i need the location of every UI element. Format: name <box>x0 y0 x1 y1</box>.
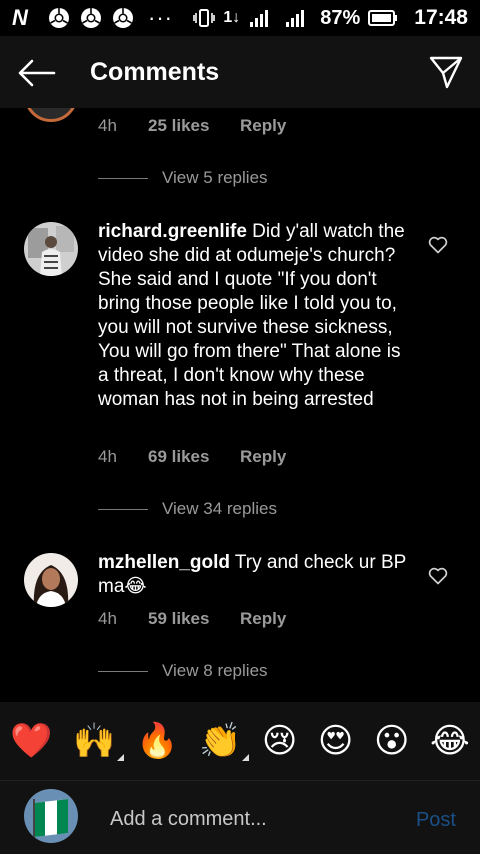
comment-text: Did y'all watch the video she did at odu… <box>98 221 405 410</box>
chrome-icon <box>81 8 101 28</box>
view-replies-label: View 34 replies <box>162 499 277 518</box>
comments-list[interactable]: 4h 25 likes Reply View 5 replies richard… <box>0 108 480 702</box>
view-replies-button[interactable]: View 5 replies <box>98 168 268 188</box>
chrome-icon <box>113 8 133 28</box>
battery-icon <box>368 10 398 26</box>
comment-time: 4h <box>98 447 117 466</box>
like-count[interactable]: 59 likes <box>148 609 240 629</box>
comment-time: 4h <box>98 609 117 628</box>
comment-meta: 4h 25 likes Reply <box>98 116 286 136</box>
avatar[interactable] <box>24 553 78 607</box>
reply-button[interactable]: Reply <box>240 447 286 467</box>
divider <box>98 670 148 672</box>
signal-icon <box>286 10 305 27</box>
comment-username[interactable]: richard.greenlife <box>98 221 247 242</box>
comment-username[interactable]: mzhellen_gold <box>98 552 230 573</box>
comment-body: mzhellen_gold Try and check ur BP ma😂 <box>98 551 408 599</box>
page-title: Comments <box>90 58 220 86</box>
battery-percent: 87% <box>320 6 361 29</box>
crying-face-emoji-button[interactable]: 😢 <box>262 721 297 761</box>
more-notifications-icon: ··· <box>148 5 173 30</box>
reply-button[interactable]: Reply <box>240 116 286 136</box>
comment-meta: 4h 69 likes Reply <box>98 447 286 467</box>
status-bar: N ··· 1↓ 87% 17:48 <box>0 0 480 36</box>
skin-tone-indicator-icon <box>116 754 124 761</box>
comment-body: richard.greenlife Did y'all watch the vi… <box>98 220 408 412</box>
notification-n-icon: N <box>12 5 28 30</box>
heart-eyes-emoji-button[interactable]: 😍 <box>318 721 353 761</box>
like-heart-icon[interactable] <box>428 567 448 585</box>
view-replies-button[interactable]: View 8 replies <box>98 661 268 681</box>
top-app-bar: Comments <box>0 36 480 108</box>
heart-emoji-button[interactable]: ❤️ <box>10 721 52 761</box>
reply-button[interactable]: Reply <box>240 609 286 629</box>
comment-time: 4h <box>98 116 117 135</box>
tears-of-joy-emoji-button[interactable]: 😂 <box>430 721 470 761</box>
clock: 17:48 <box>414 6 468 29</box>
comment-input[interactable] <box>108 803 392 835</box>
avatar[interactable] <box>24 108 78 122</box>
comment-meta: 4h 59 likes Reply <box>98 609 286 629</box>
divider <box>98 508 148 510</box>
like-count[interactable]: 69 likes <box>148 447 240 467</box>
raising-hands-emoji-button[interactable]: 🙌 <box>73 721 124 761</box>
view-replies-label: View 5 replies <box>162 168 268 187</box>
back-arrow-icon[interactable] <box>16 58 56 88</box>
surprised-face-emoji-button[interactable]: 😮 <box>374 721 409 761</box>
comment-composer: Post <box>0 780 480 854</box>
clapping-hands-emoji-button[interactable]: 👏 <box>199 721 250 761</box>
direct-message-icon[interactable] <box>428 54 464 90</box>
like-heart-icon[interactable] <box>428 236 448 254</box>
signal-icon <box>250 10 269 27</box>
data-activity-icon: 1↓ <box>223 9 241 26</box>
chrome-icon <box>49 8 69 28</box>
view-replies-button[interactable]: View 34 replies <box>98 499 277 519</box>
view-replies-label: View 8 replies <box>162 661 268 680</box>
vibrate-icon <box>193 9 216 27</box>
raising-hands-emoji: 🙌 <box>73 722 116 760</box>
fire-emoji-button[interactable]: 🔥 <box>136 721 178 761</box>
divider <box>98 177 148 179</box>
emoji-quick-bar: ❤️ 🙌 🔥 👏 😢 😍 😮 😂 <box>0 702 480 780</box>
post-button[interactable]: Post <box>416 809 456 832</box>
skin-tone-indicator-icon <box>242 754 250 761</box>
like-count[interactable]: 25 likes <box>148 116 240 136</box>
current-user-avatar <box>24 789 78 843</box>
clapping-hands-emoji: 👏 <box>199 722 242 760</box>
avatar[interactable] <box>24 222 78 276</box>
